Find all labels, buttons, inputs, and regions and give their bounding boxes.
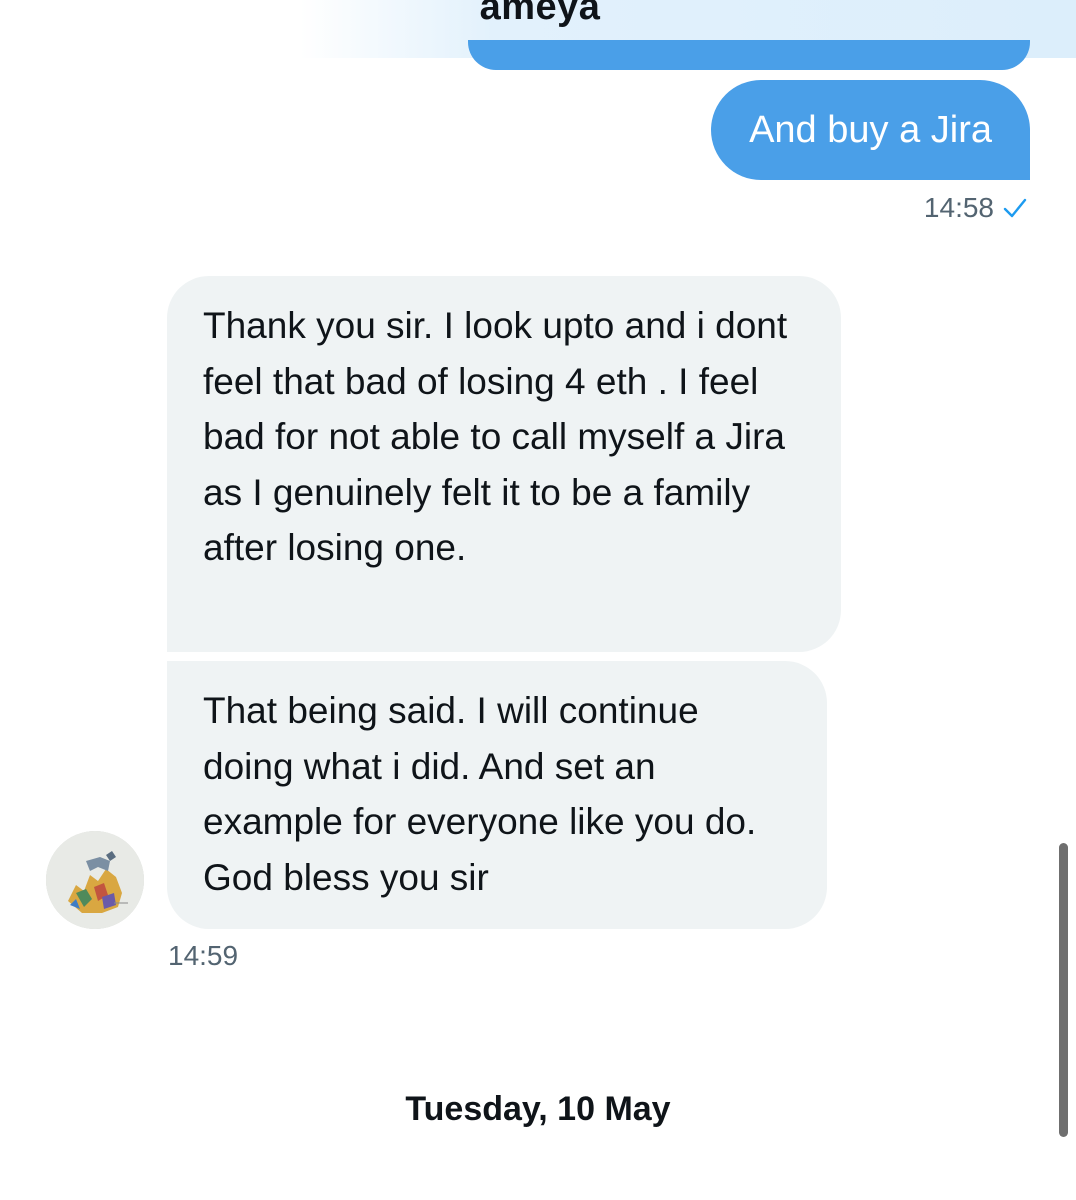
sent-message-time: 14:58 (923, 192, 994, 223)
sent-message-meta: 14:58 (924, 192, 1028, 224)
previous-sent-bubble[interactable] (468, 40, 1030, 70)
received-message-time: 14:59 (168, 940, 239, 971)
sent-message-text: And buy a Jira (749, 108, 992, 151)
received-message-bubble[interactable]: Thank you sir. I look upto and i dont fe… (167, 276, 841, 652)
contact-name[interactable]: ameya (430, 0, 650, 29)
scrollbar[interactable] (1059, 843, 1068, 1137)
received-message-text: Thank you sir. I look upto and i dont fe… (203, 305, 788, 568)
received-message-text: That being said. I will continue doing w… (203, 690, 757, 898)
check-icon (1003, 198, 1027, 218)
received-message-bubble[interactable]: That being said. I will continue doing w… (167, 661, 827, 929)
date-divider: Tuesday, 10 May (405, 1090, 671, 1128)
sent-message-bubble[interactable]: And buy a Jira (711, 80, 1030, 180)
avatar[interactable] (46, 831, 144, 929)
avatar-illustration-icon (46, 831, 144, 929)
